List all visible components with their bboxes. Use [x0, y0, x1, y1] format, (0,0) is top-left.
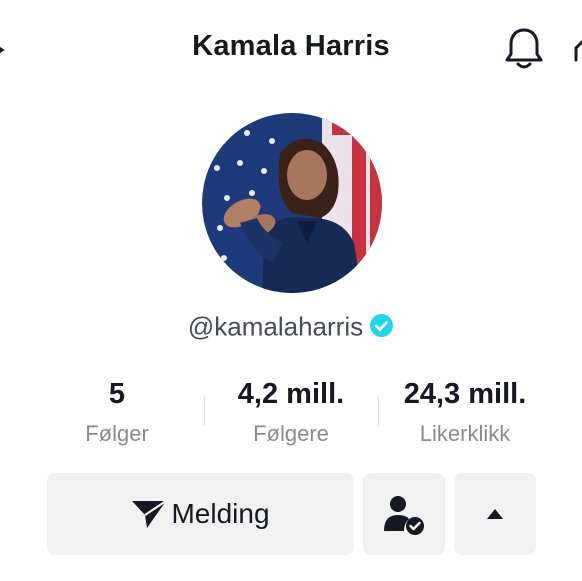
stat-followers-label: Følgere — [253, 421, 329, 446]
more-button[interactable] — [454, 473, 536, 555]
stat-likes-label: Likerklikk — [419, 421, 511, 446]
friend-button[interactable] — [363, 473, 445, 555]
user-check-icon — [384, 496, 424, 535]
bell-icon[interactable] — [503, 26, 545, 72]
stat-followers-value: 4,2 mill. — [237, 378, 345, 410]
top-bar: Kamala Harris — [0, 0, 582, 100]
caret-up-icon — [487, 509, 503, 519]
profile-handle: @kamalaharris — [187, 311, 364, 342]
stat-following-label: Følger — [85, 421, 149, 446]
stat-following[interactable]: 5 Følger — [27, 378, 207, 447]
avatar[interactable] — [202, 113, 382, 293]
message-button-label: Melding — [171, 498, 270, 529]
stat-likes-value: 24,3 mill. — [403, 378, 527, 410]
share-icon[interactable] — [572, 30, 582, 66]
message-button[interactable]: Melding — [47, 473, 354, 555]
profile-handle-row: @kamalaharris — [0, 310, 582, 343]
verified-badge-icon — [370, 313, 394, 337]
stat-following-value: 5 — [108, 378, 126, 410]
send-icon — [132, 500, 168, 528]
stat-followers[interactable]: 4,2 mill. Følgere — [201, 378, 381, 447]
stat-likes[interactable]: 24,3 mill. Likerklikk — [375, 378, 555, 447]
page-title: Kamala Harris — [192, 30, 390, 62]
